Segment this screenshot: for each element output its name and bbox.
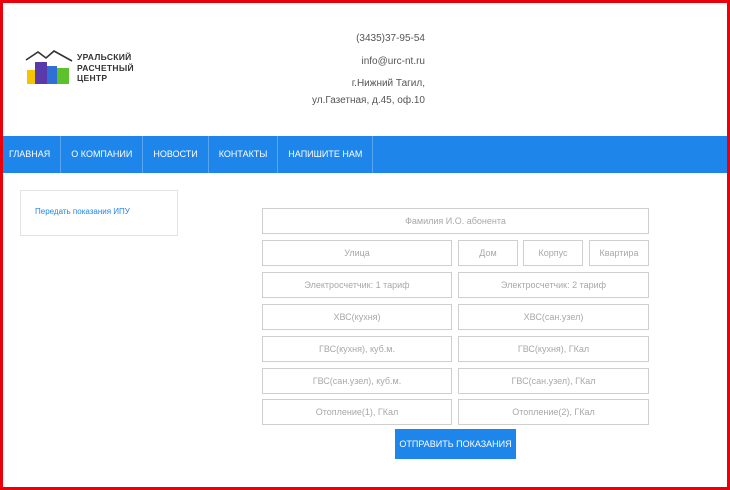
nav-item-about[interactable]: О КОМПАНИИ [61, 136, 144, 173]
nav-item-contacts[interactable]: КОНТАКТЫ [209, 136, 279, 173]
electricity-tariff2-input[interactable] [458, 272, 649, 298]
heating2-input[interactable] [458, 399, 649, 425]
submit-readings-button[interactable]: ОТПРАВИТЬ ПОКАЗАНИЯ [395, 429, 516, 459]
contact-phone: (3435)37-95-54 [356, 33, 425, 44]
buildings-logo-icon [25, 50, 73, 84]
fio-input[interactable] [262, 208, 649, 234]
main-nav: ГЛАВНАЯ О КОМПАНИИ НОВОСТИ КОНТАКТЫ НАПИ… [3, 136, 727, 173]
contact-city: г.Нижний Тагил, [351, 78, 425, 89]
logo-line: УРАЛЬСКИЙ [77, 52, 132, 62]
hot-water-bathroom-gcal-input[interactable] [458, 368, 649, 394]
flat-input[interactable] [589, 240, 649, 266]
heating1-input[interactable] [262, 399, 452, 425]
sidebar-link-submit-readings[interactable]: Передать показания ИПУ [35, 207, 130, 216]
hot-water-kitchen-gcal-input[interactable] [458, 336, 649, 362]
sidebar: Передать показания ИПУ [20, 190, 178, 236]
logo-line: ЦЕНТР [77, 73, 108, 83]
cold-water-kitchen-input[interactable] [262, 304, 452, 330]
house-input[interactable] [458, 240, 518, 266]
korpus-input[interactable] [523, 240, 583, 266]
street-input[interactable] [262, 240, 452, 266]
page-frame: УРАЛЬСКИЙ РАСЧЕТНЫЙ ЦЕНТР (3435)37-95-54… [0, 0, 730, 490]
cold-water-bathroom-input[interactable] [458, 304, 649, 330]
hot-water-bathroom-m3-input[interactable] [262, 368, 452, 394]
hot-water-kitchen-m3-input[interactable] [262, 336, 452, 362]
contact-email[interactable]: info@urc-nt.ru [361, 56, 425, 67]
electricity-tariff1-input[interactable] [262, 272, 452, 298]
nav-item-write-us[interactable]: НАПИШИТЕ НАМ [278, 136, 374, 173]
company-logo[interactable]: УРАЛЬСКИЙ РАСЧЕТНЫЙ ЦЕНТР [24, 48, 149, 88]
contact-address: ул.Газетная, д.45, оф.10 [311, 95, 425, 106]
nav-item-home[interactable]: ГЛАВНАЯ [3, 136, 62, 173]
logo-text: УРАЛЬСКИЙ РАСЧЕТНЫЙ ЦЕНТР [77, 52, 134, 84]
nav-item-news[interactable]: НОВОСТИ [143, 136, 209, 173]
logo-line: РАСЧЕТНЫЙ [77, 62, 134, 73]
